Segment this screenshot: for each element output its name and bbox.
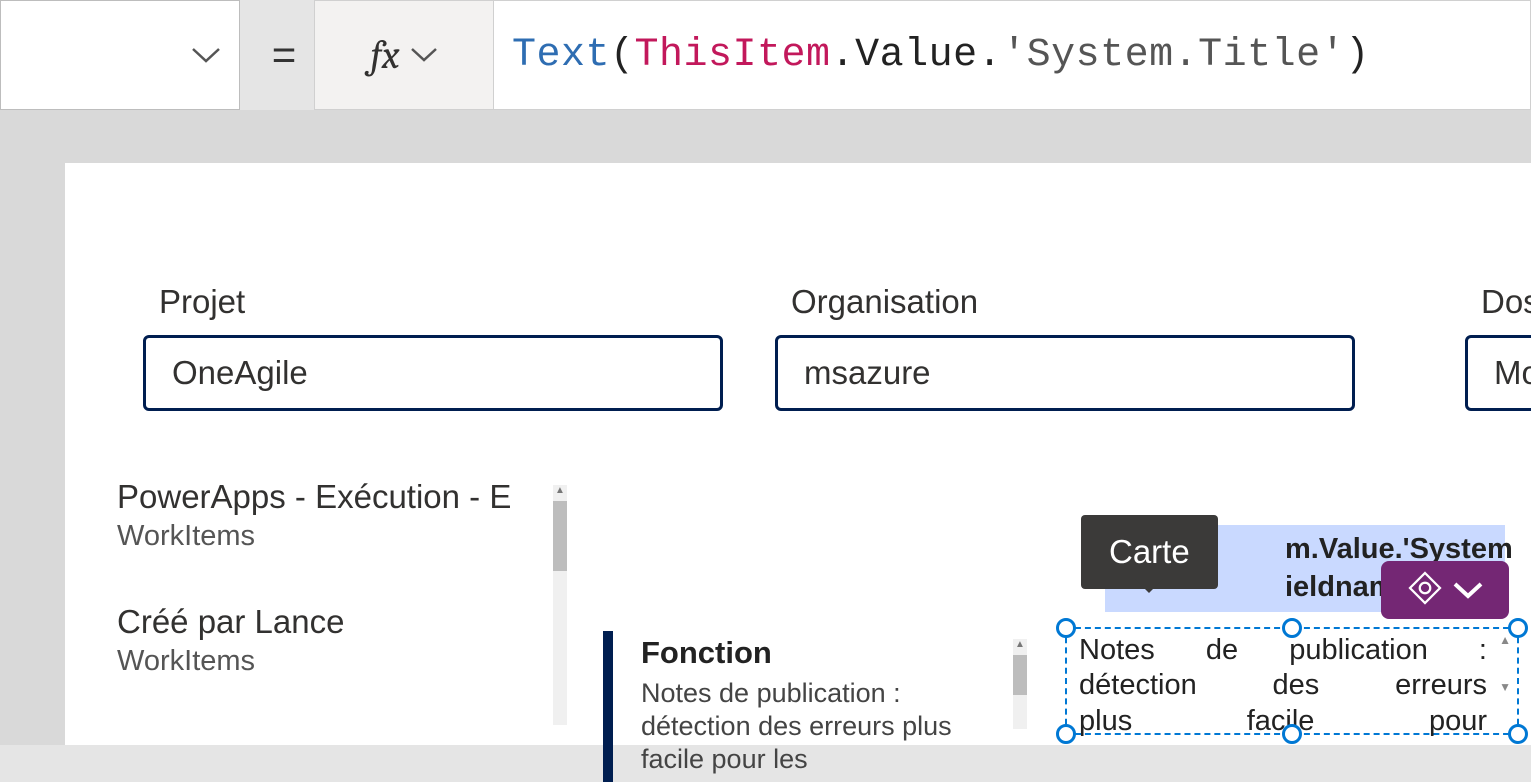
detail-card: Fonction Notes de publication : détectio… xyxy=(603,631,1013,782)
fx-icon: fx xyxy=(370,32,399,78)
resize-handle[interactable] xyxy=(1282,724,1302,744)
formula-bar: = fx Text(ThisItem.Value.'System.Title') xyxy=(0,0,1531,110)
property-selector[interactable] xyxy=(0,0,240,110)
selected-label-control[interactable]: Notes de publication : détection des err… xyxy=(1065,627,1519,735)
field-dossier: Doss Mo xyxy=(1465,283,1531,411)
field-label-projet: Projet xyxy=(143,283,723,321)
formula-token-literal: 'System.Title' xyxy=(1002,33,1345,78)
equals-label: = xyxy=(254,0,314,110)
chevron-down-icon xyxy=(410,47,438,63)
formula-token-item: ThisItem xyxy=(635,33,831,78)
chevron-down-icon xyxy=(1453,581,1483,599)
list-item-subtitle: WorkItems xyxy=(117,520,537,553)
formula-input[interactable]: Text(ThisItem.Value.'System.Title') xyxy=(494,0,1531,110)
field-input-projet[interactable]: OneAgile xyxy=(143,335,723,411)
list-item[interactable]: Créé par Lance WorkItems xyxy=(117,603,537,678)
app-canvas: Projet OneAgile Organisation msazure Dos… xyxy=(65,163,1531,745)
detail-card-body: Notes de publication : détection des err… xyxy=(641,677,1003,776)
field-label-organisation: Organisation xyxy=(775,283,1355,321)
detail-card-heading: Fonction xyxy=(641,635,1003,671)
chevron-down-icon xyxy=(191,46,221,64)
workitems-list: PowerApps - Exécution - E WorkItems Créé… xyxy=(117,478,537,728)
scrollbar[interactable]: ▲ xyxy=(1013,639,1027,729)
resize-handle[interactable] xyxy=(1056,724,1076,744)
list-item-title: PowerApps - Exécution - E xyxy=(117,478,537,516)
formula-token-fn: Text xyxy=(512,33,610,78)
resize-handle[interactable] xyxy=(1282,618,1302,638)
fx-button[interactable]: fx xyxy=(314,0,494,110)
list-item-subtitle: WorkItems xyxy=(117,645,537,678)
tooltip-carte: Carte xyxy=(1081,515,1218,589)
field-input-organisation[interactable]: msazure xyxy=(775,335,1355,411)
field-input-dossier[interactable]: Mo xyxy=(1465,335,1531,411)
copilot-icon xyxy=(1407,570,1443,611)
resize-handle[interactable] xyxy=(1508,724,1528,744)
list-item-title: Créé par Lance xyxy=(117,603,537,641)
text-overflow-indicator: ▲▼ xyxy=(1499,633,1511,694)
list-item[interactable]: PowerApps - Exécution - E WorkItems xyxy=(117,478,537,553)
copilot-button[interactable] xyxy=(1381,561,1509,619)
field-projet: Projet OneAgile xyxy=(143,283,723,411)
field-label-dossier: Doss xyxy=(1465,283,1531,321)
resize-handle[interactable] xyxy=(1508,618,1528,638)
field-organisation: Organisation msazure xyxy=(775,283,1355,411)
resize-handle[interactable] xyxy=(1056,618,1076,638)
scrollbar[interactable]: ▲ xyxy=(553,485,567,725)
